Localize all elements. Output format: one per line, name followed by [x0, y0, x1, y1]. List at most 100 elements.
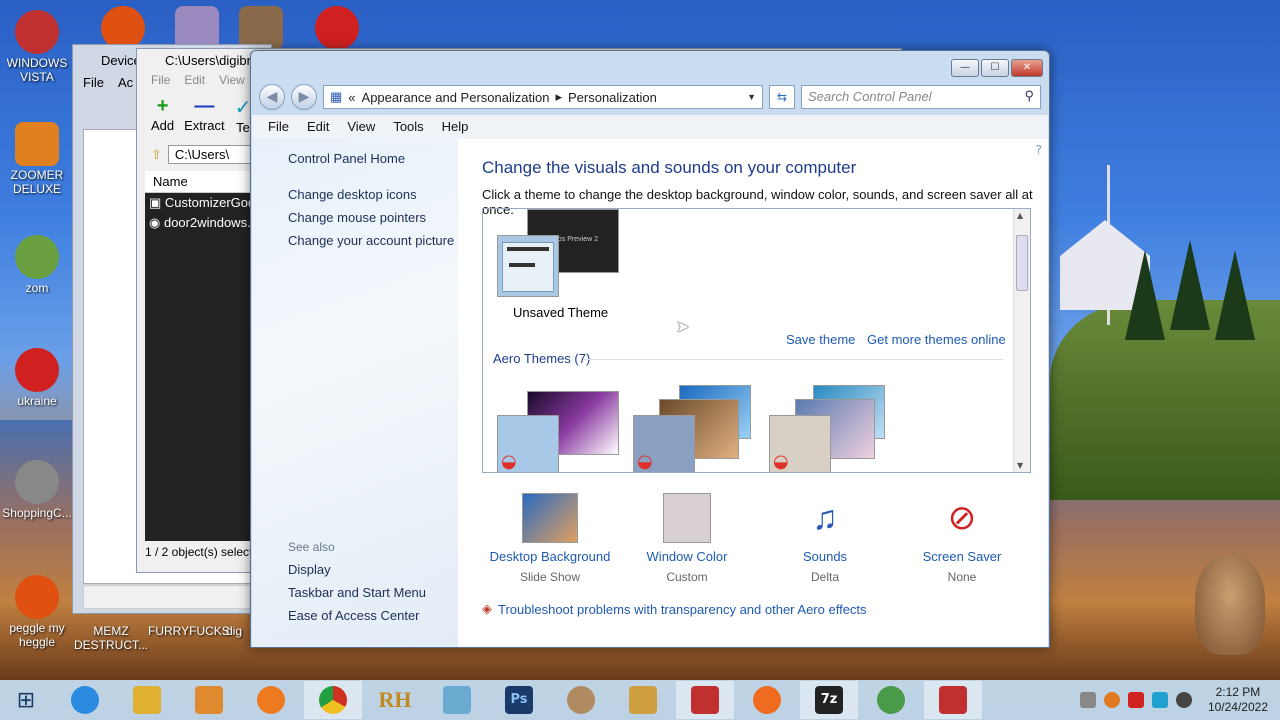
peggle-icon: [15, 575, 59, 619]
hamster-icon: [567, 686, 595, 714]
menu-edit[interactable]: Edit: [307, 119, 329, 135]
unsaved-theme-label: Unsaved Theme: [513, 305, 609, 320]
search-icon[interactable]: ⚲: [1024, 88, 1034, 104]
scroll-thumb[interactable]: [1016, 235, 1028, 291]
menu-tools[interactable]: Tools: [393, 119, 423, 135]
refresh-button[interactable]: ⇆: [769, 85, 795, 109]
desktop-background-icon: [522, 493, 578, 543]
theme-list-scrollbar[interactable]: ▲ ▼: [1013, 209, 1030, 472]
taskbar-file-explorer[interactable]: [118, 681, 176, 719]
scroll-up-icon[interactable]: ▲: [1017, 211, 1023, 220]
forward-button[interactable]: ▶: [291, 84, 317, 110]
desktop-icon-s[interactable]: [300, 0, 374, 52]
desktop-icon-zom[interactable]: zom: [0, 235, 74, 295]
taskbar-app2[interactable]: [614, 681, 672, 719]
desktop-icon-peggle[interactable]: peggle my heggle: [0, 575, 74, 649]
desktop-icon-dig[interactable]: dig: [226, 624, 250, 638]
start-button[interactable]: ⊞: [0, 681, 52, 719]
system-tray: 2:12 PM 10/24/2022: [1079, 680, 1280, 720]
troubleshoot-link[interactable]: Troubleshoot problems with transparency …: [498, 602, 867, 617]
taskbar-toolbox[interactable]: [676, 681, 734, 719]
desktop-icon-windows-vista[interactable]: WINDOWS VISTA: [0, 10, 74, 84]
taskbar-internet-explorer[interactable]: [56, 681, 114, 719]
menu-action[interactable]: Ac: [118, 75, 133, 90]
address-dropdown-icon[interactable]: ▼: [747, 92, 756, 102]
windows-vista-icon: [15, 10, 59, 54]
desktop-icon-shopping[interactable]: ShoppingC...: [0, 460, 74, 520]
title-bar[interactable]: — ☐ ✕: [251, 51, 1049, 81]
minimize-button[interactable]: —: [951, 59, 979, 77]
sounds-button[interactable]: ♫ Sounds Delta: [760, 493, 890, 584]
menu-view[interactable]: View: [347, 119, 375, 135]
theme-list[interactable]: ros Preview 2 Unsaved Theme Save theme G…: [482, 208, 1031, 473]
desktop-background-button[interactable]: Desktop Background Slide Show: [485, 493, 615, 584]
tray-network-icon[interactable]: [1151, 692, 1168, 708]
link-control-panel-home[interactable]: Control Panel Home: [288, 151, 405, 166]
section-divider: [583, 359, 1003, 360]
menu-file[interactable]: File: [151, 73, 170, 87]
file-row[interactable]: ◉ door2windows.: [145, 213, 255, 233]
menu-file[interactable]: File: [83, 75, 104, 90]
menu-view[interactable]: View: [219, 73, 245, 87]
breadcrumb-appearance[interactable]: Appearance and Personalization: [362, 90, 550, 105]
desktop-icon-memz[interactable]: MEMZ DESTRUCT...: [74, 624, 148, 652]
back-button[interactable]: ◀: [259, 84, 285, 110]
taskbar-app[interactable]: [242, 681, 300, 719]
taskbar-dial[interactable]: [862, 681, 920, 719]
screen-saver-button[interactable]: ⊘ Screen Saver None: [897, 493, 1027, 584]
7zip-file-list[interactable]: Name ▣ CustomizerGod ◉ door2windows.: [145, 171, 255, 541]
up-folder-icon[interactable]: ⇧: [151, 147, 162, 163]
link-change-mouse-pointers[interactable]: Change mouse pointers: [288, 210, 426, 225]
link-display[interactable]: Display: [288, 562, 331, 577]
test-button[interactable]: ✓ Te: [235, 95, 252, 135]
taskbar-media-player[interactable]: [180, 681, 238, 719]
menu-help[interactable]: Help: [442, 119, 469, 135]
window-color-button[interactable]: Window Color Custom: [622, 493, 752, 584]
system-clock[interactable]: 2:12 PM 10/24/2022: [1208, 685, 1268, 715]
photo-viewer-icon: [443, 686, 471, 714]
close-button[interactable]: ✕: [1011, 59, 1043, 77]
add-button[interactable]: + Add: [151, 95, 174, 135]
save-theme-link[interactable]: Save theme: [786, 332, 855, 347]
breadcrumb-personalization[interactable]: Personalization: [568, 90, 657, 105]
taskbar-firefox[interactable]: [738, 681, 796, 719]
tray-volume-icon[interactable]: [1175, 692, 1192, 708]
column-name-header[interactable]: Name: [145, 171, 255, 193]
troubleshoot-icon: ◈: [482, 602, 492, 617]
taskbar-rh[interactable]: RH: [366, 681, 424, 719]
desktop-icon-furry[interactable]: FURRYFUCKS: [148, 624, 230, 638]
link-ease-of-access[interactable]: Ease of Access Center: [288, 608, 420, 623]
tray-search-icon[interactable]: [1103, 692, 1120, 708]
aero-themes-section: Aero Themes (7): [493, 351, 591, 366]
link-taskbar-start-menu[interactable]: Taskbar and Start Menu: [288, 585, 426, 600]
taskbar-7zip[interactable]: 7z: [800, 681, 858, 719]
navigation-bar: ◀ ▶ ▦ « Appearance and Personalization ▸…: [259, 83, 1041, 111]
taskbar-toolbox2[interactable]: [924, 681, 982, 719]
unsaved-theme-window-preview: [497, 235, 559, 297]
link-change-account-picture[interactable]: Change your account picture: [288, 233, 454, 248]
file-row[interactable]: ▣ CustomizerGod: [145, 193, 255, 213]
taskbar-chrome[interactable]: [304, 681, 362, 719]
7zip-toolbar: + Add — Extract ✓ Te: [151, 95, 251, 135]
tray-flag-icon[interactable]: [1127, 692, 1144, 708]
taskbar-photoshop[interactable]: Ps: [490, 681, 548, 719]
maximize-button[interactable]: ☐: [981, 59, 1009, 77]
menu-edit[interactable]: Edit: [184, 73, 205, 87]
menu-file[interactable]: File: [268, 119, 289, 135]
extract-button[interactable]: — Extract: [184, 95, 224, 135]
scroll-down-icon[interactable]: ▼: [1017, 461, 1023, 470]
get-more-themes-link[interactable]: Get more themes online: [867, 332, 1006, 347]
address-bar[interactable]: ▦ « Appearance and Personalization ▸ Per…: [323, 85, 763, 109]
taskbar-hamster[interactable]: [552, 681, 610, 719]
desktop-icon-ukraine[interactable]: ukraine: [0, 348, 74, 408]
toolbox-icon: [939, 686, 967, 714]
search-input[interactable]: Search Control Panel ⚲: [801, 85, 1041, 109]
personalization-window[interactable]: — ☐ ✕ ◀ ▶ ▦ « Appearance and Personaliza…: [250, 50, 1050, 648]
link-change-desktop-icons[interactable]: Change desktop icons: [288, 187, 417, 202]
taskbar-photo-viewer[interactable]: [428, 681, 486, 719]
toolbox-icon: [691, 686, 719, 714]
tray-app-icon[interactable]: [1079, 692, 1096, 708]
desktop-icon-zoomer-deluxe[interactable]: ZOOMER DELUXE: [0, 122, 74, 196]
troubleshoot-link-row[interactable]: ◈ Troubleshoot problems with transparenc…: [482, 602, 867, 617]
help-icon[interactable]: ?: [1036, 143, 1042, 157]
